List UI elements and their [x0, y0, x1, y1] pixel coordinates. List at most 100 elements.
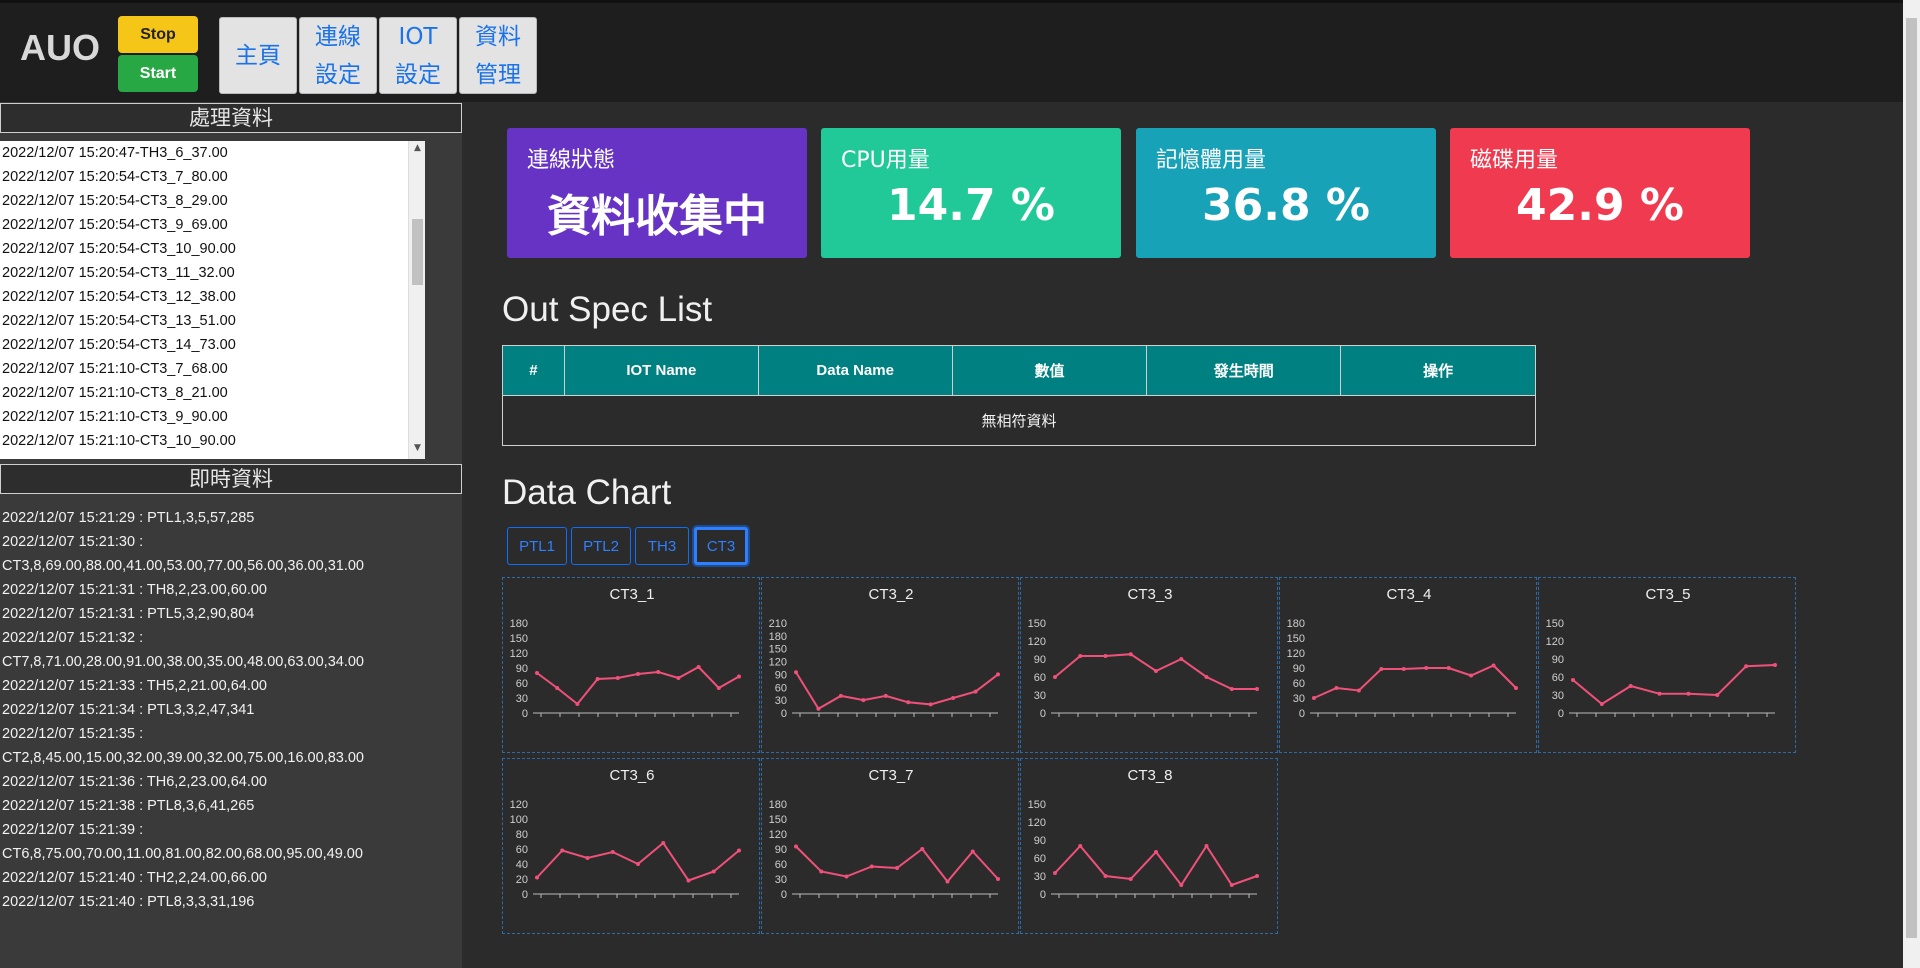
- data-point[interactable]: [1053, 675, 1057, 679]
- data-point[interactable]: [676, 676, 681, 680]
- data-point[interactable]: [610, 850, 615, 854]
- col-time[interactable]: 發生時間: [1146, 345, 1342, 396]
- y-tick-label: 150: [1546, 618, 1564, 630]
- data-point[interactable]: [1401, 667, 1406, 671]
- stop-button[interactable]: Stop: [118, 16, 198, 53]
- process-list-scrollbar[interactable]: ▲ ▼: [408, 141, 425, 459]
- data-point[interactable]: [615, 676, 620, 680]
- data-point[interactable]: [1179, 883, 1184, 887]
- nav-home-button[interactable]: 主頁: [219, 17, 297, 94]
- start-button[interactable]: Start: [118, 55, 198, 92]
- data-point[interactable]: [661, 841, 666, 845]
- data-point[interactable]: [844, 874, 849, 879]
- data-point[interactable]: [1255, 874, 1259, 878]
- data-point[interactable]: [1334, 686, 1339, 690]
- data-point[interactable]: [535, 875, 539, 880]
- data-point[interactable]: [1657, 691, 1662, 696]
- data-point[interactable]: [555, 686, 560, 690]
- data-point[interactable]: [1514, 686, 1518, 690]
- data-point[interactable]: [945, 879, 950, 884]
- tab-ptl2[interactable]: PTL2: [571, 527, 631, 565]
- data-point[interactable]: [1204, 675, 1209, 679]
- data-point[interactable]: [1103, 874, 1108, 878]
- data-point[interactable]: [1628, 684, 1633, 688]
- data-point[interactable]: [1715, 693, 1720, 697]
- data-point[interactable]: [1078, 654, 1083, 658]
- data-point[interactable]: [1103, 654, 1108, 658]
- data-point[interactable]: [1491, 663, 1496, 668]
- data-point[interactable]: [1229, 883, 1234, 887]
- data-point[interactable]: [1179, 657, 1184, 661]
- tab-ct3[interactable]: CT3: [694, 527, 748, 565]
- data-point[interactable]: [816, 706, 821, 711]
- data-point[interactable]: [1686, 691, 1691, 696]
- data-point[interactable]: [656, 670, 661, 674]
- card-disk-usage-value: 42.9 %: [1516, 180, 1684, 231]
- page-scrollbar[interactable]: [1903, 0, 1920, 968]
- col-iot-name[interactable]: IOT Name: [563, 345, 759, 396]
- data-point[interactable]: [1128, 652, 1133, 657]
- data-point[interactable]: [595, 677, 600, 681]
- data-point[interactable]: [996, 877, 1000, 881]
- tab-th3[interactable]: TH3: [635, 527, 689, 565]
- data-point[interactable]: [1053, 871, 1057, 875]
- data-point[interactable]: [1154, 850, 1158, 854]
- data-point[interactable]: [560, 848, 565, 853]
- data-point[interactable]: [1571, 678, 1575, 682]
- data-point[interactable]: [1128, 877, 1133, 881]
- data-point[interactable]: [970, 849, 975, 854]
- nav-connection-settings-button[interactable]: 連線 設定: [299, 17, 377, 94]
- data-point[interactable]: [906, 700, 911, 705]
- scroll-up-icon[interactable]: ▲: [409, 143, 426, 157]
- data-point[interactable]: [1204, 844, 1209, 848]
- data-point[interactable]: [1312, 696, 1316, 700]
- col-index[interactable]: #: [502, 345, 565, 396]
- data-point[interactable]: [883, 693, 888, 698]
- data-point[interactable]: [535, 671, 539, 675]
- data-point[interactable]: [1078, 844, 1083, 848]
- col-data-name[interactable]: Data Name: [757, 345, 953, 396]
- page-scroll-thumb[interactable]: [1906, 18, 1917, 938]
- data-point[interactable]: [737, 848, 741, 853]
- tab-ptl1[interactable]: PTL1: [507, 527, 567, 565]
- scroll-down-icon[interactable]: ▼: [409, 443, 426, 457]
- data-point[interactable]: [973, 689, 978, 694]
- data-point[interactable]: [895, 866, 899, 870]
- data-point[interactable]: [861, 698, 866, 703]
- data-point[interactable]: [838, 693, 843, 698]
- data-point[interactable]: [711, 869, 716, 874]
- data-point[interactable]: [1469, 673, 1474, 678]
- data-point[interactable]: [951, 696, 956, 700]
- data-point[interactable]: [1744, 664, 1749, 669]
- data-point[interactable]: [1599, 702, 1604, 706]
- data-point[interactable]: [1446, 666, 1451, 670]
- data-point[interactable]: [696, 665, 701, 669]
- col-value[interactable]: 數值: [951, 345, 1148, 396]
- process-data-list[interactable]: 2022/12/07 15:20:47-TH3_6_37.00 2022/12/0…: [0, 141, 408, 459]
- data-point[interactable]: [585, 856, 590, 860]
- data-point[interactable]: [1229, 687, 1234, 691]
- data-point[interactable]: [575, 702, 580, 706]
- data-point[interactable]: [1379, 667, 1384, 671]
- data-point[interactable]: [928, 702, 933, 707]
- data-point[interactable]: [794, 670, 798, 675]
- data-point[interactable]: [636, 862, 640, 866]
- data-point[interactable]: [869, 864, 874, 869]
- data-point[interactable]: [1773, 663, 1777, 667]
- data-point[interactable]: [716, 686, 721, 690]
- data-point[interactable]: [636, 672, 640, 676]
- scroll-thumb[interactable]: [412, 219, 423, 285]
- col-action[interactable]: 操作: [1340, 345, 1536, 396]
- data-point[interactable]: [794, 844, 798, 849]
- data-point[interactable]: [1424, 666, 1429, 670]
- nav-iot-settings-button[interactable]: IOT 設定: [379, 17, 457, 94]
- data-point[interactable]: [996, 672, 1000, 677]
- data-point[interactable]: [737, 674, 741, 679]
- data-point[interactable]: [686, 878, 691, 883]
- data-point[interactable]: [819, 869, 824, 874]
- nav-data-management-button[interactable]: 資料 管理: [459, 17, 537, 94]
- data-point[interactable]: [920, 847, 925, 851]
- data-point[interactable]: [1356, 688, 1361, 693]
- data-point[interactable]: [1255, 687, 1259, 691]
- data-point[interactable]: [1154, 669, 1158, 673]
